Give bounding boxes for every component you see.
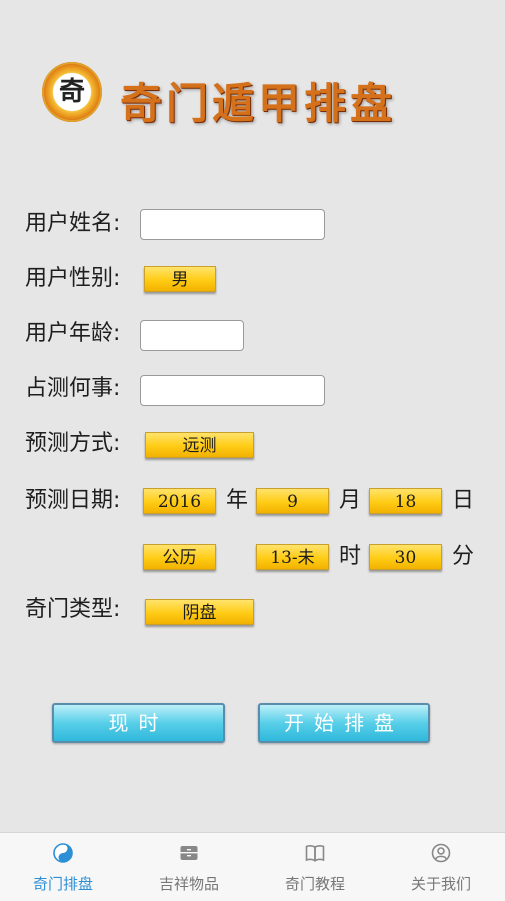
app-title: 奇门遁甲排盘	[120, 79, 397, 128]
tab-qimen-jiaocheng[interactable]: 奇门教程	[252, 833, 378, 901]
bottom-tab-bar: 奇门排盘 吉祥物品 奇门教程 关于我们	[0, 832, 505, 901]
minute-unit: 分	[452, 544, 475, 569]
name-label: 用户姓名:	[25, 211, 121, 236]
date-row: 预测日期: 2016 年 9 月 18 日	[0, 481, 505, 521]
start-button[interactable]: 开始排盘	[258, 703, 430, 743]
day-unit: 日	[452, 488, 475, 513]
tab-label: 关于我们	[410, 875, 471, 893]
archive-box-icon	[180, 846, 198, 860]
app-header: 奇 奇门遁甲排盘	[40, 60, 460, 130]
name-row: 用户姓名:	[0, 204, 505, 244]
age-label: 用户年龄:	[25, 321, 121, 346]
tab-label: 奇门教程	[284, 875, 345, 893]
day-select[interactable]: 18	[369, 488, 442, 514]
open-book-icon	[305, 845, 325, 862]
gender-label: 用户性别:	[25, 266, 121, 291]
method-label: 预测方式:	[25, 431, 121, 456]
app-logo: 奇	[42, 62, 102, 122]
date-label: 预测日期:	[25, 488, 121, 513]
tab-label: 吉祥物品	[158, 875, 219, 893]
type-select[interactable]: 阴盘	[145, 599, 254, 625]
tab-guanyu-women[interactable]: 关于我们	[378, 833, 504, 901]
matter-row: 占测何事:	[0, 369, 505, 409]
age-input[interactable]	[140, 320, 244, 351]
method-select[interactable]: 远测	[145, 432, 254, 458]
type-label: 奇门类型:	[25, 597, 121, 622]
time-row: 公历 13-未 时 30 分	[0, 537, 505, 577]
matter-input[interactable]	[140, 375, 325, 406]
logo-glyph: 奇	[58, 77, 85, 107]
tab-label: 奇门排盘	[32, 875, 93, 893]
name-input[interactable]	[140, 209, 325, 240]
age-row: 用户年龄:	[0, 314, 505, 354]
minute-select[interactable]: 30	[369, 544, 442, 570]
year-unit: 年	[226, 488, 249, 513]
hour-select[interactable]: 13-未	[256, 544, 329, 570]
matter-label: 占测何事:	[25, 376, 121, 401]
now-button[interactable]: 现时	[52, 703, 225, 743]
user-circle-icon	[431, 843, 451, 863]
gender-select[interactable]: 男	[144, 266, 216, 292]
month-unit: 月	[339, 488, 362, 513]
calendar-select[interactable]: 公历	[143, 544, 216, 570]
yin-yang-icon	[53, 843, 73, 863]
tab-qimen-paipan[interactable]: 奇门排盘	[0, 833, 126, 901]
hour-unit: 时	[339, 544, 362, 569]
tab-jixiang-wupin[interactable]: 吉祥物品	[126, 833, 252, 901]
gender-row: 用户性别: 男	[0, 259, 505, 299]
month-select[interactable]: 9	[256, 488, 329, 514]
type-row: 奇门类型: 阴盘	[0, 590, 505, 630]
year-select[interactable]: 2016	[143, 488, 216, 514]
method-row: 预测方式: 远测	[0, 424, 505, 464]
